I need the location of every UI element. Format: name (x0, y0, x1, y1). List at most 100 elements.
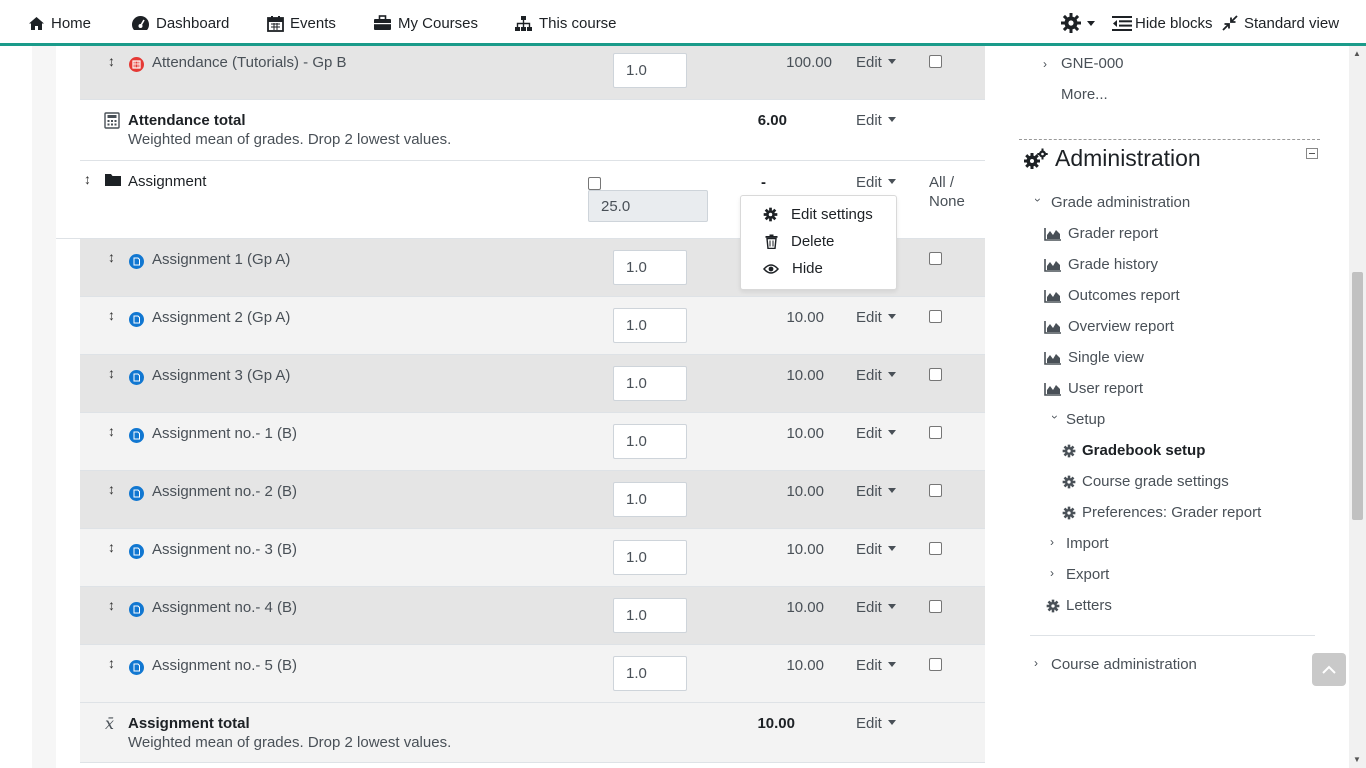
nav-dashboard[interactable]: Dashboard (131, 0, 229, 46)
grade-item-name[interactable]: Assignment no.- 3 (B) (152, 541, 297, 558)
grade-item-name[interactable]: Assignment no.- 5 (B) (152, 657, 297, 674)
tree-item-course-administration[interactable]: Course administration (1051, 656, 1197, 673)
back-to-top-button[interactable] (1312, 653, 1346, 686)
scrollbar-thumb[interactable] (1352, 272, 1363, 520)
category-weight-input: 25.0 (588, 190, 708, 222)
tree-item-preferences[interactable]: Preferences: Grader report (1062, 504, 1261, 521)
max-grade: 10.00 (757, 715, 795, 732)
edit-menu-toggle[interactable]: Edit (856, 657, 896, 674)
tree-item-overview-report[interactable]: Overview report (1044, 318, 1174, 335)
move-icon[interactable]: ↕ (108, 365, 115, 381)
weight-input[interactable]: 1.0 (613, 482, 687, 517)
tree-item-gradebook-setup[interactable]: Gradebook setup (1062, 442, 1205, 459)
grade-item-name[interactable]: Assignment no.- 4 (B) (152, 599, 297, 616)
grade-item-name[interactable]: Assignment no.- 2 (B) (152, 483, 297, 500)
tree-item-grade-history[interactable]: Grade history (1044, 256, 1158, 273)
select-checkbox[interactable] (929, 252, 942, 265)
move-icon[interactable]: ↕ (108, 307, 115, 323)
edit-menu-toggle[interactable]: Edit (856, 112, 896, 129)
grade-item-name[interactable]: Attendance (Tutorials) - Gp B (152, 54, 347, 71)
move-icon[interactable]: ↕ (108, 249, 115, 265)
standard-view-button[interactable]: Standard view (1222, 0, 1339, 46)
tree-item-grade-administration[interactable]: Grade administration (1051, 194, 1190, 211)
weight-input[interactable]: 1.0 (613, 53, 687, 88)
menu-item-edit-settings[interactable]: Edit settings (763, 206, 873, 223)
grade-item-name[interactable]: Assignment 3 (Gp A) (152, 367, 290, 384)
select-checkbox[interactable] (929, 484, 942, 497)
area-chart-icon (1044, 320, 1061, 334)
weight-input[interactable]: 1.0 (613, 540, 687, 575)
tree-item-outcomes-report[interactable]: Outcomes report (1044, 287, 1180, 304)
weight-input[interactable]: 1.0 (613, 424, 687, 459)
menu-item-delete[interactable]: Delete (763, 233, 834, 250)
settings-menu-toggle[interactable] (1060, 0, 1095, 46)
edit-label: Edit (856, 541, 882, 558)
select-checkbox[interactable] (929, 310, 942, 323)
select-checkbox[interactable] (929, 426, 942, 439)
edit-menu-toggle[interactable]: Edit (856, 599, 896, 616)
weight-input[interactable]: 1.0 (613, 308, 687, 343)
nav-events[interactable]: Events (267, 0, 336, 46)
edit-menu-toggle[interactable]: Edit (856, 367, 896, 384)
move-icon[interactable]: ↕ (108, 597, 115, 613)
outdent-icon (1112, 15, 1132, 31)
menu-item-hide[interactable]: Hide (763, 260, 823, 277)
edit-menu-toggle[interactable]: Edit (856, 54, 896, 71)
nav-home[interactable]: Home (28, 0, 91, 46)
select-none-link[interactable]: None (929, 193, 965, 210)
move-icon[interactable]: ↕ (108, 655, 115, 671)
grade-item-name[interactable]: Assignment no.- 1 (B) (152, 425, 297, 442)
course-link-gne[interactable]: GNE-000 (1061, 55, 1124, 72)
edit-menu-toggle[interactable]: Edit (856, 483, 896, 500)
weight-input[interactable]: 1.0 (613, 656, 687, 691)
table-row: ↕ Assignment no.- 2 (B) 1.0 10.00 Edit (80, 471, 985, 529)
select-checkbox[interactable] (929, 658, 942, 671)
edit-menu-toggle[interactable]: Edit (856, 715, 896, 732)
weight-input[interactable]: 1.0 (613, 598, 687, 633)
move-icon[interactable]: ↕ (84, 171, 91, 187)
tree-item-import[interactable]: Import (1066, 535, 1109, 552)
select-checkbox[interactable] (929, 55, 942, 68)
scroll-down-arrow[interactable]: ▼ (1353, 755, 1361, 764)
select-checkbox[interactable] (929, 600, 942, 613)
tree-item-setup[interactable]: Setup (1066, 411, 1105, 428)
edit-menu-toggle[interactable]: Edit (856, 309, 896, 326)
cog-icon (1046, 599, 1060, 612)
nav-my-courses[interactable]: My Courses (373, 0, 478, 46)
hide-blocks-button[interactable]: Hide blocks (1112, 0, 1213, 46)
more-link[interactable]: More... (1061, 86, 1108, 103)
edit-menu-toggle[interactable]: Edit (856, 541, 896, 558)
move-icon[interactable]: ↕ (108, 53, 115, 69)
weight-input[interactable]: 1.0 (613, 366, 687, 401)
edit-label: Edit (856, 657, 882, 674)
select-checkbox[interactable] (929, 368, 942, 381)
max-grade: 100.00 (786, 54, 832, 71)
select-all-link[interactable]: All / (929, 174, 954, 191)
move-icon[interactable]: ↕ (108, 481, 115, 497)
move-icon[interactable]: ↕ (108, 423, 115, 439)
caret-down-icon (887, 719, 896, 725)
edit-label: Edit (856, 174, 882, 191)
tree-item-grader-report[interactable]: Grader report (1044, 225, 1158, 242)
max-grade: 10.00 (786, 657, 824, 674)
edit-menu-toggle[interactable]: Edit (856, 425, 896, 442)
area-chart-icon (1044, 351, 1061, 365)
tree-item-single-view[interactable]: Single view (1044, 349, 1144, 366)
assignment-icon (129, 312, 144, 327)
category-checkbox[interactable] (588, 177, 601, 190)
tree-item-user-report[interactable]: User report (1044, 380, 1143, 397)
select-checkbox[interactable] (929, 542, 942, 555)
move-icon[interactable]: ↕ (108, 539, 115, 555)
menu-item-label: Hide (792, 260, 823, 277)
tree-item-course-grade-settings[interactable]: Course grade settings (1062, 473, 1229, 490)
tree-item-letters[interactable]: Letters (1046, 597, 1112, 614)
nav-this-course[interactable]: This course (514, 0, 617, 46)
grade-item-name[interactable]: Assignment 1 (Gp A) (152, 251, 290, 268)
grade-item-name[interactable]: Assignment 2 (Gp A) (152, 309, 290, 326)
tree-item-export[interactable]: Export (1066, 566, 1109, 583)
category-name[interactable]: Assignment (128, 173, 206, 190)
edit-menu-toggle[interactable]: Edit (856, 174, 896, 191)
scroll-up-arrow[interactable]: ▲ (1353, 49, 1361, 58)
collapse-block-button[interactable] (1306, 148, 1318, 159)
weight-input[interactable]: 1.0 (613, 250, 687, 285)
